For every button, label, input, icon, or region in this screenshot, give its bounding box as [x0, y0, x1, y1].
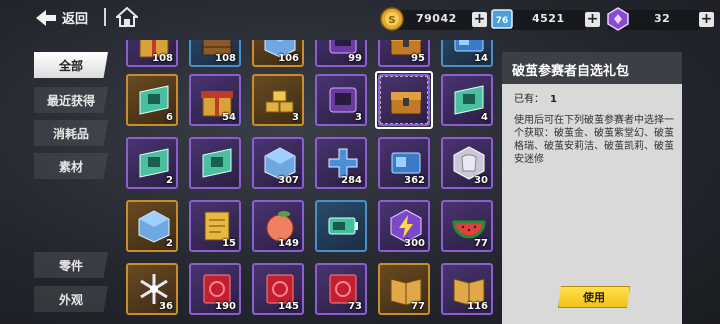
tab-recent[interactable]: 最近获得 [34, 87, 108, 113]
add-crystal-button[interactable]: + [699, 12, 714, 27]
item-quantity: 30 [474, 175, 488, 186]
crystal-value: 32 [654, 12, 671, 25]
item-quantity: 77 [411, 301, 425, 312]
item-detail-panel: 破茧参赛者自选礼包 已有： 1 使用后可在下列破茧参赛者中选择一个获取：破茧金、破… [502, 52, 682, 324]
item-quantity: 95 [411, 53, 425, 64]
inventory-slot[interactable]: 116 [441, 263, 493, 315]
inventory-slot[interactable]: 108 [189, 40, 241, 67]
add-ticket-button[interactable]: + [585, 12, 600, 27]
inventory-slot[interactable]: 300 [378, 200, 430, 252]
battery-icon [325, 208, 361, 244]
inventory-slot[interactable] [189, 137, 241, 189]
item-quantity: 4 [481, 112, 488, 123]
svg-text:S: S [388, 15, 395, 26]
item-quantity: 362 [404, 175, 425, 186]
inventory-slot[interactable]: 362 [378, 137, 430, 189]
use-button[interactable]: 使用 [558, 286, 630, 308]
item-title: 破茧参赛者自选礼包 [502, 52, 682, 84]
owned-label: 已有： [514, 94, 544, 105]
add-gold-button[interactable]: + [472, 12, 487, 27]
item-quantity: 149 [278, 238, 299, 249]
item-quantity: 3 [292, 112, 299, 123]
divider [104, 8, 106, 26]
inventory-slot[interactable]: 77 [441, 200, 493, 252]
item-quantity: 116 [467, 301, 488, 312]
owned-count: 已有： 1 [514, 90, 557, 105]
ticket-counter: 76 4521 [491, 9, 586, 30]
top-bar: 返回 S 79042 + 76 4521 + 32 + [0, 0, 720, 36]
gold-coin-value: 79042 [416, 12, 457, 25]
owned-value: 1 [550, 94, 557, 105]
item-quantity: 14 [474, 53, 488, 64]
item-quantity: 3 [355, 112, 362, 123]
item-quantity: 73 [348, 301, 362, 312]
inventory-slot[interactable]: 73 [315, 263, 367, 315]
tab-all[interactable]: 全部 [34, 52, 108, 78]
inventory-grid: 108 108 106 99 95 14 6 54 3 3 4 2 307 284 362 30 2 15 149 3… [120, 40, 498, 324]
inventory-slot[interactable]: 4 [441, 74, 493, 126]
inventory-slot[interactable] [378, 74, 430, 126]
back-arrow-icon [36, 9, 56, 26]
inventory-slot[interactable]: 77 [378, 263, 430, 315]
item-quantity: 307 [278, 175, 299, 186]
tab-parts[interactable]: 零件 [34, 252, 108, 278]
inventory-slot[interactable]: 15 [189, 200, 241, 252]
inventory-slot[interactable]: 54 [189, 74, 241, 126]
item-quantity: 6 [166, 112, 173, 123]
item-quantity: 145 [278, 301, 299, 312]
inventory-slot[interactable]: 3 [252, 74, 304, 126]
inventory-slot[interactable]: 99 [315, 40, 367, 67]
item-quantity: 106 [278, 53, 299, 64]
svg-text:76: 76 [496, 16, 509, 26]
item-quantity: 190 [215, 301, 236, 312]
tab-materials[interactable]: 素材 [34, 153, 108, 179]
gold-coin-icon: S [380, 7, 404, 31]
tab-appearance[interactable]: 外观 [34, 286, 108, 312]
item-quantity: 108 [215, 53, 236, 64]
gold-coin-counter: S 79042 [380, 7, 474, 31]
back-label: 返回 [62, 12, 89, 27]
crystal-counter: 32 [606, 7, 700, 31]
inventory-slot[interactable] [315, 200, 367, 252]
inventory-slot[interactable]: 145 [252, 263, 304, 315]
chest-icon [388, 82, 424, 118]
item-quantity: 108 [152, 53, 173, 64]
inventory-slot[interactable]: 95 [378, 40, 430, 67]
inventory-slot[interactable]: 108 [126, 40, 178, 67]
item-quantity: 99 [348, 53, 362, 64]
tab-consumables[interactable]: 消耗品 [34, 120, 108, 146]
ticket-icon: 76 [490, 7, 514, 31]
home-icon[interactable] [114, 6, 140, 27]
crystal-icon [606, 7, 630, 31]
ticket-icon [199, 145, 235, 181]
inventory-slot[interactable]: 149 [252, 200, 304, 252]
inventory-slot[interactable]: 284 [315, 137, 367, 189]
inventory-slot[interactable]: 30 [441, 137, 493, 189]
item-quantity: 2 [166, 238, 173, 249]
item-quantity: 77 [474, 238, 488, 249]
item-quantity: 300 [404, 238, 425, 249]
inventory-slot[interactable]: 14 [441, 40, 493, 67]
ticket-value: 4521 [532, 12, 565, 25]
item-quantity: 2 [166, 175, 173, 186]
back-button[interactable]: 返回 [36, 8, 88, 27]
inventory-slot[interactable]: 36 [126, 263, 178, 315]
item-quantity: 284 [341, 175, 362, 186]
inventory-slot[interactable]: 106 [252, 40, 304, 67]
item-description: 使用后可在下列破茧参赛者中选择一个获取：破茧金、破茧紫堂幻、破茧格瑞、破茧安莉洁… [514, 115, 674, 165]
item-quantity: 15 [222, 238, 236, 249]
item-quantity: 54 [222, 112, 236, 123]
inventory-slot[interactable]: 2 [126, 137, 178, 189]
inventory-slot[interactable]: 3 [315, 74, 367, 126]
inventory-slot[interactable]: 307 [252, 137, 304, 189]
inventory-slot[interactable]: 190 [189, 263, 241, 315]
item-quantity: 36 [159, 301, 173, 312]
inventory-slot[interactable]: 2 [126, 200, 178, 252]
inventory-slot[interactable]: 6 [126, 74, 178, 126]
